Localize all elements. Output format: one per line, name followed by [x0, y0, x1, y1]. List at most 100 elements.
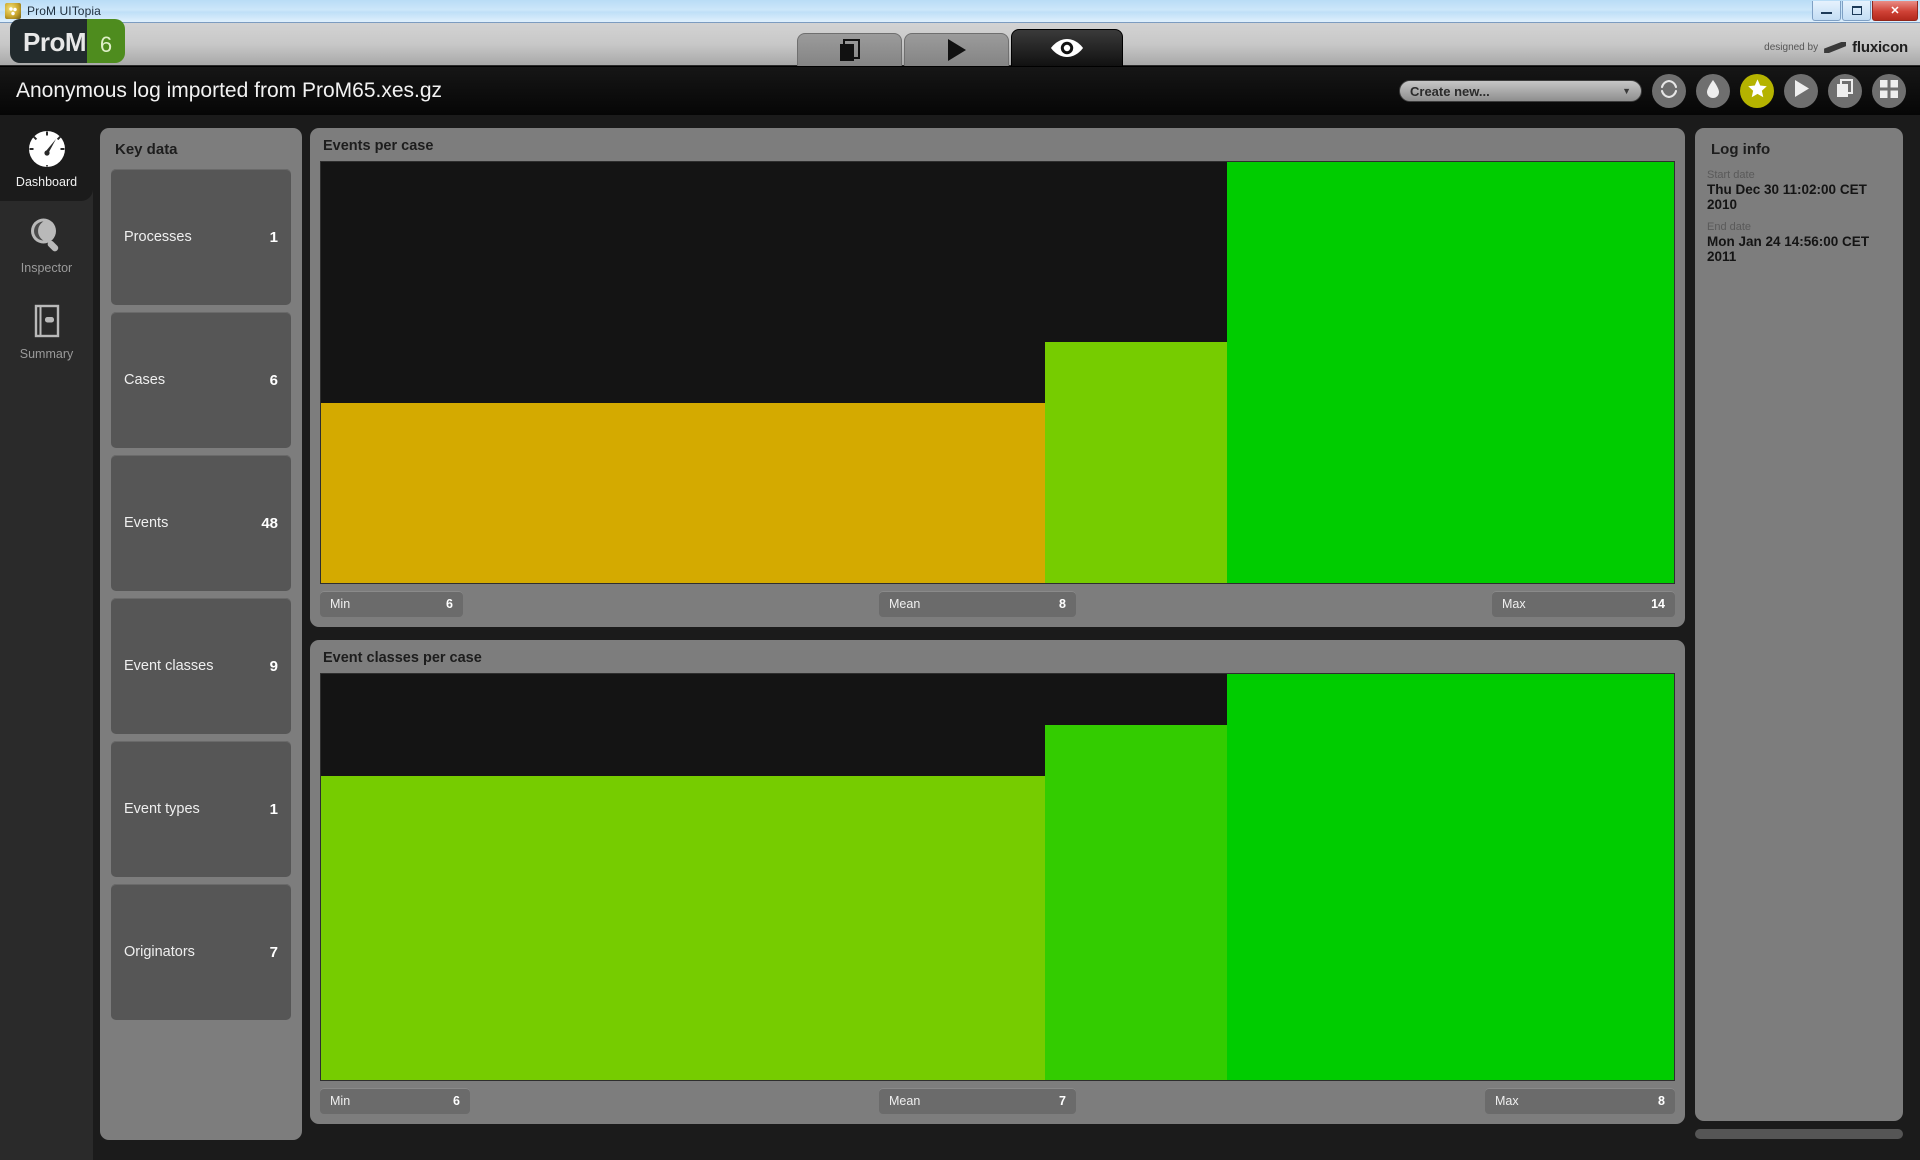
- prom-app-icon: [5, 3, 21, 19]
- start-date-value: Thu Dec 30 11:02:00 CET 2010: [1707, 182, 1867, 212]
- prom-logo: ProM 6: [10, 19, 125, 63]
- stat-label: Min: [330, 597, 351, 611]
- stat-min[interactable]: Min 6: [320, 1088, 470, 1114]
- minimize-button[interactable]: [1812, 0, 1841, 21]
- tab-views[interactable]: [1011, 29, 1123, 66]
- stat-value: 8: [1059, 597, 1066, 611]
- chart-bar: [1227, 162, 1674, 583]
- create-new-dropdown[interactable]: Create new... ▼: [1399, 80, 1642, 102]
- create-new-label: Create new...: [1410, 83, 1490, 99]
- restore-icon: [1851, 5, 1862, 15]
- end-date-label: End date: [1707, 221, 1752, 233]
- sidebar-item-inspector[interactable]: Inspector: [0, 201, 93, 287]
- sidebar-item-label: Summary: [19, 346, 74, 361]
- sidebar-item-summary[interactable]: Summary: [0, 287, 93, 373]
- key-data-panel: Key data Processes 1 Cases 6 Events 48 E…: [100, 128, 302, 1140]
- credit-brand: fluxicon: [1852, 39, 1908, 56]
- maximize-button[interactable]: [1842, 0, 1871, 21]
- key-data-card-event-types[interactable]: Event types 1: [111, 741, 291, 877]
- chart-stats-row: Min 6 Mean 8 Max 14: [320, 591, 1675, 617]
- copy-icon: [839, 39, 860, 61]
- key-data-label: Event classes: [124, 658, 214, 674]
- key-data-card-events[interactable]: Events 48: [111, 455, 291, 591]
- tab-workspace[interactable]: [797, 33, 902, 66]
- copy-icon: [1836, 79, 1854, 103]
- stat-label: Mean: [889, 597, 921, 611]
- key-data-card-processes[interactable]: Processes 1: [111, 169, 291, 305]
- play-icon: [947, 39, 966, 61]
- sidebar-item-dashboard[interactable]: Dashboard: [0, 115, 93, 201]
- droplet-button[interactable]: [1696, 74, 1730, 108]
- chart-bar: [1044, 724, 1228, 1080]
- stat-max[interactable]: Max 8: [1485, 1088, 1675, 1114]
- gauge-icon: [26, 128, 68, 170]
- key-data-label: Originators: [124, 944, 195, 960]
- key-data-value: 48: [261, 514, 278, 532]
- chart-title: Event classes per case: [323, 650, 482, 666]
- chart-plot-area[interactable]: [320, 673, 1675, 1081]
- key-data-label: Events: [124, 515, 169, 531]
- chart-stats-row: Min 6 Mean 7 Max 8: [320, 1088, 1675, 1114]
- chart-panel-event-classes-per-case: Event classes per case Min 6 Mean 7 Max: [310, 640, 1685, 1124]
- sidebar-item-label: Inspector: [20, 260, 73, 275]
- app-header: Anonymous log imported from ProM65.xes.g…: [0, 67, 1920, 115]
- credit-prefix: designed by: [1764, 42, 1819, 53]
- horizontal-scrollbar[interactable]: [1695, 1129, 1903, 1139]
- star-icon: [1747, 78, 1768, 104]
- key-data-card-originators[interactable]: Originators 7: [111, 884, 291, 1020]
- workspace-body: Dashboard Inspector Summary Key data Pro…: [0, 115, 1920, 1160]
- header-actions: Create new... ▼: [1399, 74, 1920, 108]
- key-data-value: 1: [269, 228, 278, 246]
- grid-icon: [1880, 79, 1898, 103]
- book-icon: [26, 300, 68, 342]
- log-info-title: Log info: [1711, 141, 1771, 158]
- key-data-card-cases[interactable]: Cases 6: [111, 312, 291, 448]
- key-data-value: 6: [269, 371, 278, 389]
- key-data-label: Cases: [124, 372, 166, 388]
- chart-bar: [1044, 342, 1228, 583]
- stat-value: 14: [1651, 597, 1665, 611]
- stat-mean[interactable]: Mean 8: [879, 591, 1076, 617]
- favorites-button[interactable]: [1740, 74, 1774, 108]
- chart-bar: [1227, 674, 1674, 1080]
- charts-column: Events per case Min 6 Mean 8 Max 14 Even…: [310, 128, 1685, 1137]
- key-data-card-event-classes[interactable]: Event classes 9: [111, 598, 291, 734]
- chart-plot-area[interactable]: [320, 161, 1675, 584]
- grid-button[interactable]: [1872, 74, 1906, 108]
- window-controls: ✕: [1811, 0, 1920, 22]
- chart-bar: [321, 402, 1045, 583]
- stat-label: Max: [1495, 1094, 1519, 1108]
- key-data-value: 1: [269, 800, 278, 818]
- stat-max[interactable]: Max 14: [1492, 591, 1675, 617]
- prom-logo-version: 6: [87, 19, 125, 63]
- stat-value: 6: [446, 597, 453, 611]
- resources-button[interactable]: [1652, 74, 1686, 108]
- key-data-label: Processes: [124, 229, 192, 245]
- log-info-panel: Log info Start date Thu Dec 30 11:02:00 …: [1695, 128, 1903, 1121]
- key-data-value: 7: [269, 943, 278, 961]
- stat-label: Min: [330, 1094, 351, 1108]
- copies-button[interactable]: [1828, 74, 1862, 108]
- stat-label: Max: [1502, 597, 1526, 611]
- tab-actions[interactable]: [904, 33, 1009, 66]
- stat-label: Mean: [889, 1094, 921, 1108]
- stat-min[interactable]: Min 6: [320, 591, 463, 617]
- stat-value: 8: [1658, 1094, 1665, 1108]
- start-date-label: Start date: [1707, 169, 1755, 181]
- run-button[interactable]: [1784, 74, 1818, 108]
- close-button[interactable]: ✕: [1872, 0, 1918, 21]
- chart-panel-events-per-case: Events per case Min 6 Mean 8 Max 14: [310, 128, 1685, 627]
- droplet-icon: [1705, 79, 1721, 104]
- main-tab-bar: [796, 29, 1124, 66]
- stat-value: 6: [453, 1094, 460, 1108]
- chart-title: Events per case: [323, 138, 434, 154]
- fluxicon-logo-icon: [1824, 42, 1847, 53]
- prom-logo-text: ProM: [10, 19, 87, 63]
- key-data-title: Key data: [115, 141, 178, 158]
- os-title-bar: ProM UITopia ✕: [0, 0, 1920, 23]
- stat-mean[interactable]: Mean 7: [879, 1088, 1076, 1114]
- key-data-label: Event types: [124, 801, 200, 817]
- chart-bar: [321, 775, 1045, 1080]
